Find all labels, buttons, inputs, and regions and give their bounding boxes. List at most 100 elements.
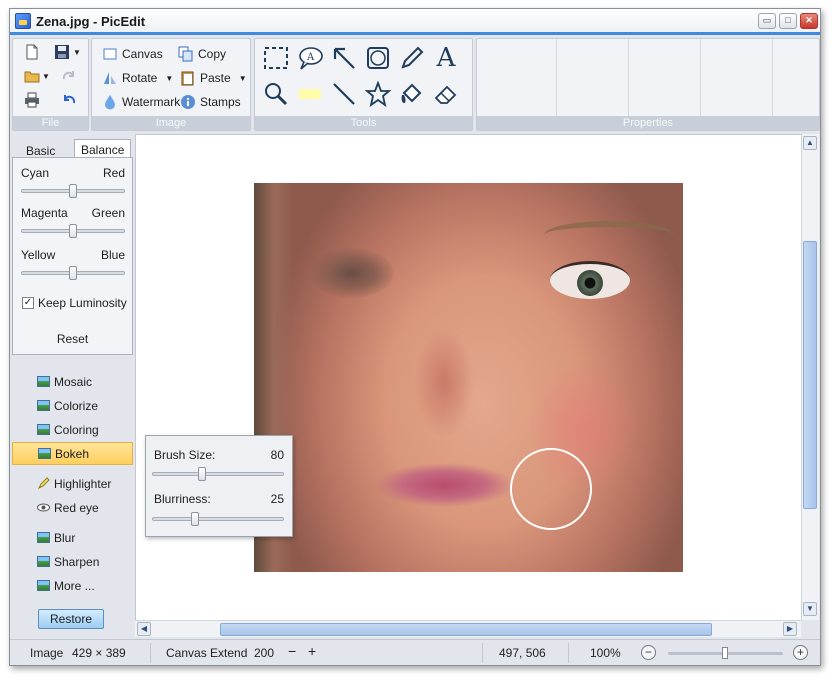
zoom-out-icon[interactable]: −: [641, 645, 656, 660]
scroll-down-arrow-icon[interactable]: ▼: [803, 602, 817, 616]
file-group: ▼ ▼ File: [12, 38, 89, 131]
horizontal-scrollbar[interactable]: ◀ ▶: [135, 620, 801, 637]
zoom-slider-thumb[interactable]: [722, 647, 728, 659]
bokeh-icon: [38, 448, 51, 459]
vertical-scrollbar[interactable]: ▲ ▼: [801, 134, 819, 620]
green-label: Green: [91, 206, 125, 220]
stamps-info-icon: [180, 94, 196, 110]
rect-select-icon: [264, 47, 288, 69]
effect-sharpen[interactable]: Sharpen: [12, 550, 133, 573]
rect-select-tool[interactable]: [261, 43, 291, 73]
effect-red-eye[interactable]: Red eye: [12, 496, 133, 519]
mosaic-icon: [37, 376, 50, 387]
line-tool[interactable]: [329, 79, 359, 109]
blue-label: Blue: [100, 248, 125, 262]
arrow-tool[interactable]: [329, 43, 359, 73]
redo-icon: [62, 71, 74, 80]
file-group-label: File: [13, 116, 88, 130]
highlight-tool[interactable]: [295, 79, 325, 109]
copy-icon: [178, 46, 194, 62]
new-file-button[interactable]: [19, 40, 45, 64]
paste-button[interactable]: Paste ▼: [180, 70, 247, 86]
image-canvas[interactable]: [135, 134, 801, 620]
yellow-blue-slider[interactable]: [21, 266, 125, 280]
slider-thumb[interactable]: [69, 224, 77, 238]
photo-left-eye: [309, 248, 394, 298]
save-dropdown-chevron-icon[interactable]: ▼: [72, 40, 82, 64]
vertical-scroll-thumb[interactable]: [803, 241, 817, 509]
effect-more[interactable]: More ...: [12, 574, 133, 597]
reset-button[interactable]: Reset: [13, 332, 132, 346]
effect-mosaic[interactable]: Mosaic: [12, 370, 133, 393]
effect-colorize[interactable]: Colorize: [12, 394, 133, 417]
watermark-button[interactable]: Watermark: [102, 94, 180, 110]
highlighter-pen-icon: [37, 477, 50, 490]
effect-label: Sharpen: [54, 554, 100, 569]
photo[interactable]: [254, 183, 683, 572]
print-button[interactable]: [19, 88, 45, 112]
effect-label: Highlighter: [54, 476, 112, 491]
pencil-tool[interactable]: [397, 43, 427, 73]
blurriness-row: Blurriness: 25: [154, 492, 284, 506]
restore-button[interactable]: Restore: [38, 609, 104, 629]
slider-thumb[interactable]: [190, 512, 199, 526]
effect-blur[interactable]: Blur: [12, 526, 133, 549]
line-icon: [333, 83, 355, 105]
more-effects-icon: [37, 580, 50, 591]
zoom-slider[interactable]: [668, 647, 783, 659]
paint-bucket-icon: [401, 83, 422, 103]
minimize-button[interactable]: ▭: [758, 13, 776, 29]
effect-coloring[interactable]: Coloring: [12, 418, 133, 441]
scroll-left-arrow-icon[interactable]: ◀: [137, 622, 151, 636]
image-group-label: Image: [92, 116, 250, 130]
cursor-coordinates: 497, 506: [499, 646, 546, 660]
star-tool[interactable]: [363, 79, 393, 109]
slider-thumb[interactable]: [198, 467, 207, 481]
app-icon: [15, 13, 31, 29]
brush-size-slider[interactable]: [152, 467, 284, 481]
shape-tool[interactable]: [363, 43, 393, 73]
yellow-label: Yellow: [21, 248, 56, 262]
keep-luminosity-checkbox[interactable]: ✓: [22, 297, 34, 309]
zoom-in-icon[interactable]: +: [793, 645, 808, 660]
callout-tool[interactable]: A: [295, 43, 325, 73]
canvas-extend-decrease-button[interactable]: −: [288, 643, 296, 659]
open-dropdown-chevron-icon[interactable]: ▼: [41, 64, 51, 88]
effect-bokeh[interactable]: Bokeh: [12, 442, 133, 465]
redo-button[interactable]: [57, 64, 81, 88]
speech-bubble-icon: A: [299, 47, 323, 70]
canvas-icon: [102, 46, 118, 62]
horizontal-scroll-thumb[interactable]: [220, 623, 712, 636]
stamps-label: Stamps: [200, 95, 241, 109]
text-tool[interactable]: A: [431, 43, 461, 73]
eraser-icon: [434, 85, 457, 104]
scroll-up-arrow-icon[interactable]: ▲: [803, 136, 817, 150]
copy-button[interactable]: Copy: [178, 46, 226, 62]
paste-icon: [180, 70, 196, 86]
cyan-red-slider-row: Cyan Red: [21, 166, 125, 198]
scroll-right-arrow-icon[interactable]: ▶: [783, 622, 797, 636]
maximize-button[interactable]: □: [779, 13, 797, 29]
slider-thumb[interactable]: [69, 184, 77, 198]
magnifier-icon: [265, 83, 288, 106]
canvas-extend-increase-button[interactable]: +: [308, 643, 316, 659]
zoom-tool[interactable]: [261, 79, 291, 109]
cyan-red-slider[interactable]: [21, 184, 125, 198]
rotate-chevron-down-icon: ▼: [165, 73, 174, 83]
effect-highlighter[interactable]: Highlighter: [12, 472, 133, 495]
brush-cursor: [510, 448, 592, 530]
status-separator: [482, 643, 483, 663]
stamps-button[interactable]: Stamps: [180, 94, 241, 110]
blurriness-slider[interactable]: [152, 512, 284, 526]
undo-button[interactable]: [57, 88, 81, 112]
rotate-button[interactable]: Rotate ▼: [102, 70, 173, 86]
fill-tool[interactable]: [397, 79, 427, 109]
tools-group-label: Tools: [255, 116, 472, 130]
close-button[interactable]: ✕: [800, 13, 818, 29]
keep-luminosity-option[interactable]: ✓ Keep Luminosity: [22, 296, 127, 310]
slider-thumb[interactable]: [69, 266, 77, 280]
magenta-green-slider[interactable]: [21, 224, 125, 238]
blurriness-label: Blurriness:: [154, 492, 211, 506]
eraser-tool[interactable]: [431, 79, 461, 109]
canvas-button[interactable]: Canvas: [102, 46, 163, 62]
